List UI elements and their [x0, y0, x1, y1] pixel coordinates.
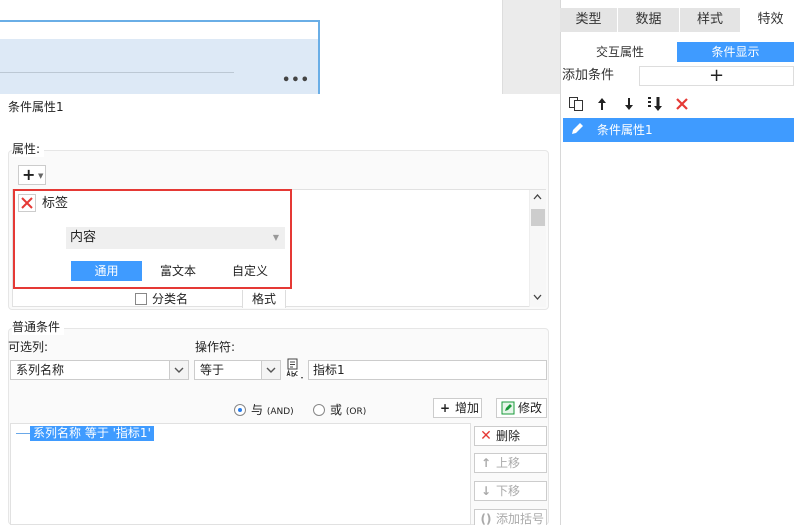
condition-item-label: 条件属性1	[597, 123, 653, 137]
highlight-box	[13, 189, 292, 289]
chevron-down-icon[interactable]	[261, 361, 280, 379]
arrow-up-icon: ↑	[480, 456, 492, 470]
radio-or-en: (OR)	[345, 407, 367, 417]
condition-toolbar	[563, 94, 794, 116]
edit-icon[interactable]	[569, 121, 587, 139]
widget-divider	[0, 72, 234, 73]
radio-or-label: 或	[330, 403, 343, 417]
move-down-button[interactable]: ↓ 下移	[474, 481, 547, 501]
scroll-down-icon[interactable]	[533, 293, 542, 303]
operator-select[interactable]: 等于	[194, 360, 281, 380]
subtab-conditional-display[interactable]: 条件显示	[677, 42, 794, 62]
delete-button[interactable]: ✕ 删除	[474, 426, 547, 446]
condition-expression[interactable]: 系列名称 等于 '指标1'	[30, 426, 154, 441]
radio-or[interactable]: 或 (OR)	[313, 402, 373, 418]
tree-connector	[16, 433, 30, 434]
add-condition-label: 添加条件	[562, 68, 615, 83]
move-down-label: 下移	[496, 484, 521, 498]
more-icon[interactable]: •••	[282, 74, 309, 87]
delete-icon[interactable]	[673, 94, 691, 114]
attribute-list-scrollbar[interactable]	[529, 190, 546, 307]
copy-icon[interactable]	[567, 94, 585, 114]
add-bracket-label: 添加括号	[496, 512, 545, 525]
arrow-up-icon[interactable]	[593, 94, 611, 114]
chart-widget-header	[0, 39, 318, 94]
effects-subtabs: 交互属性 条件显示	[563, 42, 794, 62]
modify-icon	[501, 399, 515, 420]
column-label: 可选列:	[8, 340, 49, 354]
radio-or-dot[interactable]	[313, 404, 325, 416]
add-bracket-button[interactable]: () 添加括号	[474, 509, 547, 525]
radio-and-dot[interactable]	[234, 404, 246, 416]
arrow-down-icon[interactable]	[620, 94, 638, 114]
bracket-icon: ()	[480, 512, 492, 525]
add-condition-button[interactable]: +	[639, 66, 794, 86]
operator-label: 操作符:	[195, 340, 236, 354]
classify-label: 分类名	[152, 292, 189, 306]
chevron-down-icon[interactable]: ▼	[38, 172, 43, 180]
delete-icon: ✕	[480, 428, 492, 444]
move-bottom-icon[interactable]	[647, 94, 665, 114]
modify-button[interactable]: 修改	[496, 398, 547, 418]
add-condition-rule-button[interactable]: + 增加	[433, 398, 482, 418]
classify-row: 分类名 格式	[130, 290, 286, 308]
column-select[interactable]: 系列名称	[10, 360, 189, 380]
subtab-interaction[interactable]: 交互属性	[563, 42, 677, 62]
common-condition-title: 普通条件	[12, 319, 65, 335]
chevron-down-icon[interactable]	[169, 361, 188, 379]
radio-and-en: (AND)	[266, 407, 294, 417]
classify-checkbox[interactable]	[135, 293, 147, 305]
canvas-gutter	[502, 0, 560, 94]
tab-style[interactable]: 样式	[680, 8, 741, 32]
value-input[interactable]: 指标1	[308, 360, 547, 380]
column-select-value: 系列名称	[16, 363, 65, 377]
radio-and[interactable]: 与 (AND)	[234, 402, 304, 418]
move-up-label: 上移	[496, 456, 521, 470]
tab-effects[interactable]: 特效	[741, 8, 800, 32]
arrow-down-icon: ↓	[480, 484, 492, 498]
tab-data[interactable]: 数据	[618, 8, 680, 32]
attributes-section-title: 属性:	[12, 141, 45, 157]
tab-type[interactable]: 类型	[560, 8, 618, 32]
dialog-title: 条件属性1	[8, 100, 64, 114]
format-button[interactable]: 格式	[242, 290, 286, 308]
plus-icon: +	[439, 401, 451, 415]
scroll-up-icon[interactable]	[533, 193, 542, 203]
value-type-icon[interactable]	[285, 358, 305, 380]
delete-button-label: 删除	[496, 429, 521, 443]
condition-list-item[interactable]: 条件属性1	[563, 118, 794, 142]
radio-and-label: 与	[251, 403, 264, 417]
scrollbar-thumb[interactable]	[531, 209, 545, 226]
modify-button-label: 修改	[518, 401, 543, 415]
panel-tabs: 类型 数据 样式 特效	[560, 8, 800, 32]
move-up-button[interactable]: ↑ 上移	[474, 453, 547, 473]
operator-select-value: 等于	[200, 363, 225, 377]
add-button-label: 增加	[455, 401, 480, 415]
